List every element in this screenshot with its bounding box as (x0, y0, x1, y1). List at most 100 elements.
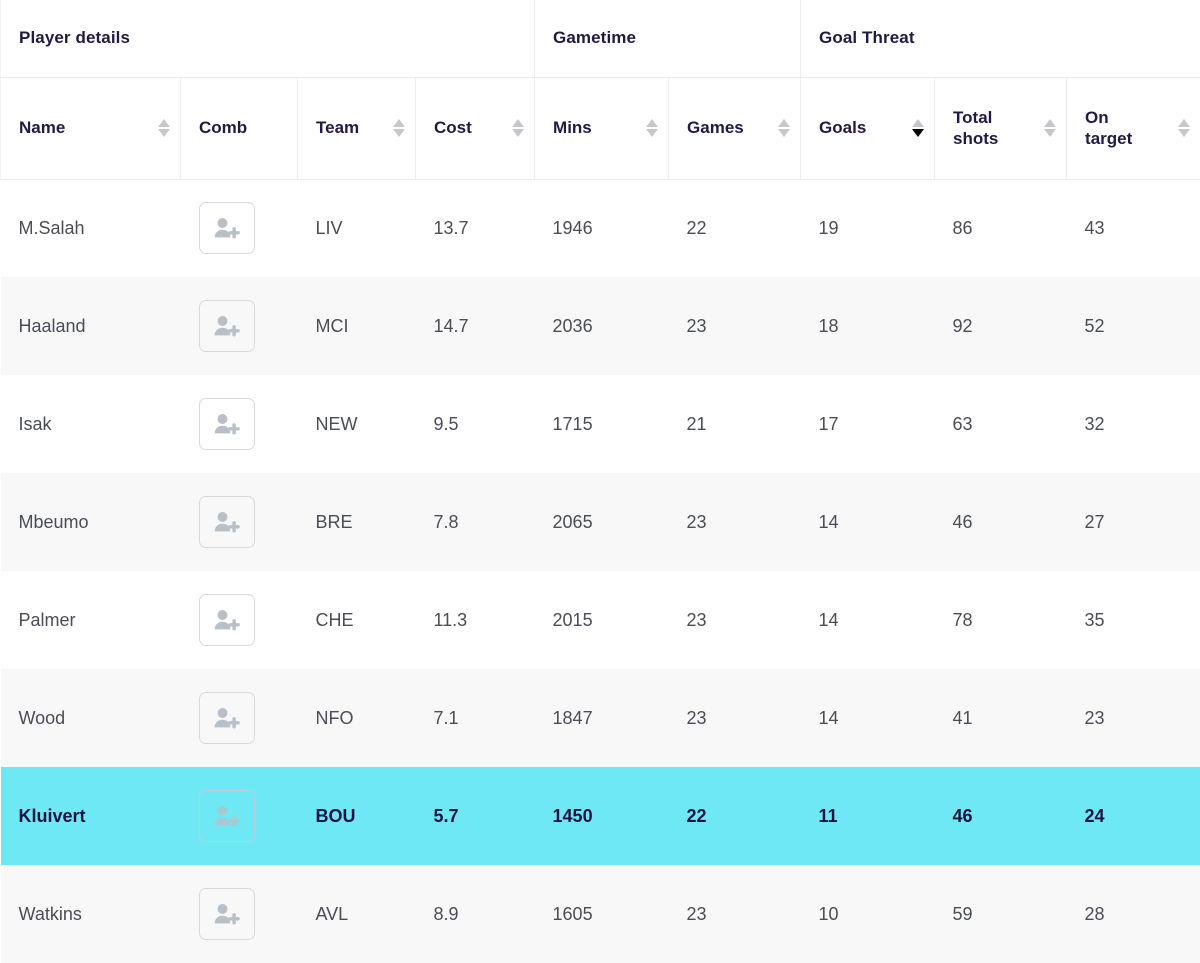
column-header-label-mins: Mins (553, 118, 592, 138)
cell-cost: 7.8 (415, 473, 535, 571)
table-row[interactable]: Isak NEW 9.5 1715 21 17 63 32 (0, 375, 1200, 473)
add-player-button[interactable] (198, 398, 255, 450)
sort-icon-goals[interactable] (911, 116, 924, 140)
sort-icon-ontarget[interactable] (1178, 116, 1191, 140)
cell-cost: 5.7 (415, 767, 535, 865)
column-header-comb: Comb (180, 77, 298, 180)
sort-descending-arrow[interactable] (157, 129, 170, 137)
table-row[interactable]: Palmer CHE 11.3 2015 23 14 78 35 (0, 571, 1200, 669)
table-row[interactable]: Haaland MCI 14.7 2036 23 18 92 52 (0, 277, 1200, 375)
add-player-button[interactable] (198, 202, 255, 255)
sort-icon-cost[interactable] (511, 116, 524, 140)
sort-icon-mins[interactable] (645, 116, 658, 140)
sort-descending-arrow[interactable] (777, 129, 790, 137)
column-header-games[interactable]: Games (668, 77, 802, 180)
sort-ascending-arrow[interactable] (777, 119, 790, 127)
add-player-button[interactable] (198, 790, 255, 842)
group-header-label: Goal Threat (819, 28, 915, 48)
add-player-button[interactable] (198, 300, 255, 352)
cell-mins: 1605 (534, 865, 669, 963)
cell-shots: 59 (934, 865, 1067, 963)
add-player-button[interactable] (198, 594, 255, 646)
group-header-label: Gametime (553, 28, 637, 48)
cell-name: M.Salah (0, 179, 181, 277)
cell-games: 23 (668, 571, 801, 669)
cell-mins: 1946 (534, 179, 669, 277)
cell-name: Watkins (0, 865, 181, 963)
column-header-name[interactable]: Name (0, 77, 181, 180)
person-add-icon (214, 805, 240, 827)
cell-team: BOU (297, 767, 416, 865)
sort-ascending-arrow[interactable] (392, 119, 405, 127)
cell-games: 23 (668, 865, 801, 963)
add-player-button[interactable] (198, 496, 255, 548)
cell-comb (180, 571, 298, 669)
sort-ascending-arrow[interactable] (157, 119, 170, 127)
person-add-icon (214, 511, 240, 533)
cell-goals: 14 (800, 669, 935, 767)
sort-icon-games[interactable] (777, 116, 790, 140)
sort-icon-name[interactable] (157, 116, 170, 140)
column-header-ontarget[interactable]: On target (1066, 77, 1200, 180)
sort-descending-arrow[interactable] (911, 129, 924, 137)
cell-games: 22 (668, 767, 801, 865)
player-stats-table-container: Player details Gametime Goal Threat Name Co… (0, 0, 1200, 963)
cell-goals: 19 (800, 179, 935, 277)
column-header-shots[interactable]: Total shots (934, 77, 1068, 180)
sort-ascending-arrow[interactable] (511, 119, 524, 127)
add-player-button[interactable] (198, 888, 255, 940)
cell-comb (180, 277, 298, 375)
person-add-icon (214, 609, 240, 631)
cell-shots: 63 (934, 375, 1067, 473)
sort-descending-arrow[interactable] (1043, 129, 1056, 137)
sort-descending-arrow[interactable] (511, 129, 524, 137)
cell-comb (180, 375, 298, 473)
cell-team: CHE (297, 571, 416, 669)
sort-descending-arrow[interactable] (392, 129, 405, 137)
add-player-button[interactable] (198, 692, 255, 744)
table-row[interactable]: Wood NFO 7.1 1847 23 14 41 23 (0, 669, 1200, 767)
cell-goals: 14 (800, 473, 935, 571)
cell-comb (180, 767, 298, 865)
table-row[interactable]: Kluivert BOU 5.7 1450 22 11 46 24 (0, 767, 1200, 865)
sort-icon-team[interactable] (392, 116, 405, 140)
cell-cost: 11.3 (415, 571, 535, 669)
cell-shots: 46 (934, 767, 1067, 865)
cell-name: Isak (0, 375, 181, 473)
column-header-mins[interactable]: Mins (534, 77, 670, 180)
cell-mins: 1450 (534, 767, 669, 865)
cell-shots: 92 (934, 277, 1067, 375)
sort-ascending-arrow[interactable] (1043, 119, 1056, 127)
column-header-goals[interactable]: Goals (800, 77, 936, 180)
table-row[interactable]: Watkins AVL 8.9 1605 23 10 59 28 (0, 865, 1200, 963)
column-header-label-games: Games (687, 118, 744, 138)
cell-goals: 11 (800, 767, 935, 865)
group-header-goal-threat: Goal Threat (800, 0, 1200, 78)
group-header-row: Player details Gametime Goal Threat (0, 0, 1200, 78)
column-header-label-name: Name (19, 118, 66, 138)
sort-ascending-arrow[interactable] (645, 119, 658, 127)
cell-comb (180, 179, 298, 277)
column-header-label-goals: Goals (819, 118, 867, 138)
column-header-label-cost: Cost (434, 118, 472, 138)
cell-name: Palmer (0, 571, 181, 669)
sort-ascending-arrow[interactable] (911, 119, 924, 127)
column-header-cost[interactable]: Cost (415, 77, 536, 180)
sort-descending-arrow[interactable] (1178, 129, 1191, 137)
column-header-label-comb: Comb (199, 118, 248, 138)
column-header-team[interactable]: Team (297, 77, 416, 180)
table-row[interactable]: Mbeumo BRE 7.8 2065 23 14 46 27 (0, 473, 1200, 571)
sort-descending-arrow[interactable] (645, 129, 658, 137)
sort-ascending-arrow[interactable] (1178, 119, 1191, 127)
cell-goals: 14 (800, 571, 935, 669)
sort-icon-shots[interactable] (1043, 116, 1056, 140)
cell-shots: 41 (934, 669, 1067, 767)
cell-cost: 7.1 (415, 669, 535, 767)
person-add-icon (214, 903, 240, 925)
person-add-icon (214, 707, 240, 729)
cell-games: 21 (668, 375, 801, 473)
cell-ontarget: 32 (1066, 375, 1200, 473)
cell-team: BRE (297, 473, 416, 571)
table-row[interactable]: M.Salah LIV 13.7 1946 22 19 86 43 (0, 179, 1200, 277)
group-header-gametime: Gametime (534, 0, 802, 78)
